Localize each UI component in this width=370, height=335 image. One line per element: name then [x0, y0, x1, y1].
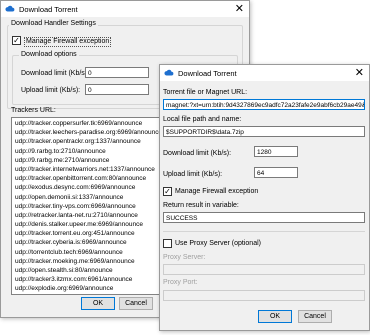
divider [163, 231, 365, 232]
proxy-checkbox[interactable] [163, 239, 172, 248]
proxy-port-input[interactable] [163, 290, 365, 301]
torrent-url-input[interactable]: magnet:?xt=urn:btih:9d4327869ec9adfc72a2… [163, 99, 365, 110]
proxy-server-input[interactable] [163, 264, 365, 275]
upload-limit-input[interactable]: 64 [254, 167, 298, 178]
tracker-list-item[interactable]: udp://tracker.leechers-paradise.org:6969… [12, 128, 162, 137]
tracker-list-item[interactable]: udp://exodus.desync.com:6969/announce [12, 183, 162, 192]
tracker-list-item[interactable]: udp://denis.stalker.upeer.me:6969/announ… [12, 220, 162, 229]
trackers-label: Trackers URL: [11, 107, 56, 114]
window-title: Download Torrent [19, 4, 78, 14]
close-icon[interactable]: ✕ [355, 66, 364, 80]
local-path-label: Local file path and name: [163, 116, 242, 123]
cancel-button[interactable]: Cancel [119, 297, 153, 310]
tracker-list-item[interactable]: udp://torrentclub.tech:6969/announce [12, 248, 162, 257]
download-options-label: Download options [19, 51, 79, 58]
cancel-button[interactable]: Cancel [298, 310, 332, 323]
proxy-label: Use Proxy Server (optional) [175, 240, 261, 247]
download-limit-input[interactable]: 1280 [254, 146, 298, 157]
cloud-download-icon [164, 69, 174, 76]
tracker-list-item[interactable]: udp://9.rarbg.me:2710/announce [12, 156, 162, 165]
download-limit-label: Download limit (Kb/s): [163, 150, 232, 157]
download-limit-label: Download limit (Kb/s): [21, 70, 90, 77]
firewall-label: Manage Firewall exception [175, 188, 259, 195]
tracker-list-item[interactable]: udp://tracker.tiny-vps.com:6969/announce [12, 202, 162, 211]
upload-limit-label: Upload limit (Kb/s): [21, 87, 81, 94]
tracker-list-item[interactable]: udp://tracker.coppersurfer.tk:6969/annou… [12, 119, 162, 128]
local-path-input[interactable]: $SUPPORTDIR$\data.7zip [163, 126, 365, 137]
download-limit-input[interactable]: 0 [85, 67, 149, 78]
close-icon[interactable]: ✕ [235, 2, 244, 16]
window-title: Download Torrent [178, 68, 237, 78]
tracker-list-item[interactable]: udp://explodie.org:6969/announce [12, 284, 162, 293]
download-torrent-window-front: Download Torrent ✕ Torrent file or Magne… [159, 64, 370, 331]
trackers-list[interactable]: udp://tracker.coppersurfer.tk:6969/annou… [11, 117, 163, 295]
tracker-list-item[interactable]: udp://9.rarbg.to:2710/announce [12, 147, 162, 156]
ok-button[interactable]: OK [81, 297, 115, 310]
tracker-list-item[interactable]: udp://tracker.moeking.me:6969/announce [12, 257, 162, 266]
upload-limit-input[interactable]: 0 [85, 84, 149, 95]
proxy-port-label: Proxy Port: [163, 279, 198, 286]
tracker-list-item[interactable]: udp://tracker.torrent.eu.org:451/announc… [12, 229, 162, 238]
tracker-list-item[interactable]: udp://open.demonii.si:1337/announce [12, 193, 162, 202]
upload-limit-label: Upload limit (Kb/s): [163, 171, 223, 178]
torrent-url-label: Torrent file or Magnet URL: [163, 89, 248, 96]
handler-settings-label: Download Handler Settings [9, 20, 98, 27]
firewall-checkbox[interactable]: ✓ [163, 187, 172, 196]
title-bar[interactable]: Download Torrent ✕ [160, 65, 369, 81]
cloud-download-icon [5, 5, 15, 12]
tracker-list-item[interactable]: udp://tracker.cyberia.is:6969/announce [12, 238, 162, 247]
firewall-checkbox[interactable]: ✓ [12, 36, 21, 45]
result-variable-input[interactable]: SUCCESS [163, 212, 365, 223]
tracker-list-item[interactable]: udp://tracker3.itzmx.com:6961/announce [12, 275, 162, 284]
tracker-list-item[interactable]: udp://tracker.opentrackr.org:1337/announ… [12, 137, 162, 146]
result-variable-label: Return result in variable: [163, 202, 239, 209]
tracker-list-item[interactable]: udp://open.stealth.si:80/announce [12, 266, 162, 275]
tracker-list-item[interactable]: udp://tracker.openbittorrent.com:80/anno… [12, 174, 162, 183]
tracker-list-item[interactable]: udp://tracker.internetwarriors.net:1337/… [12, 165, 162, 174]
ok-button[interactable]: OK [258, 310, 292, 323]
tracker-list-item[interactable]: udp://retracker.lanta-net.ru:2710/announ… [12, 211, 162, 220]
proxy-server-label: Proxy Server: [163, 254, 206, 261]
firewall-label: Manage Firewall exception [24, 37, 112, 47]
title-bar[interactable]: Download Torrent ✕ [1, 1, 249, 17]
